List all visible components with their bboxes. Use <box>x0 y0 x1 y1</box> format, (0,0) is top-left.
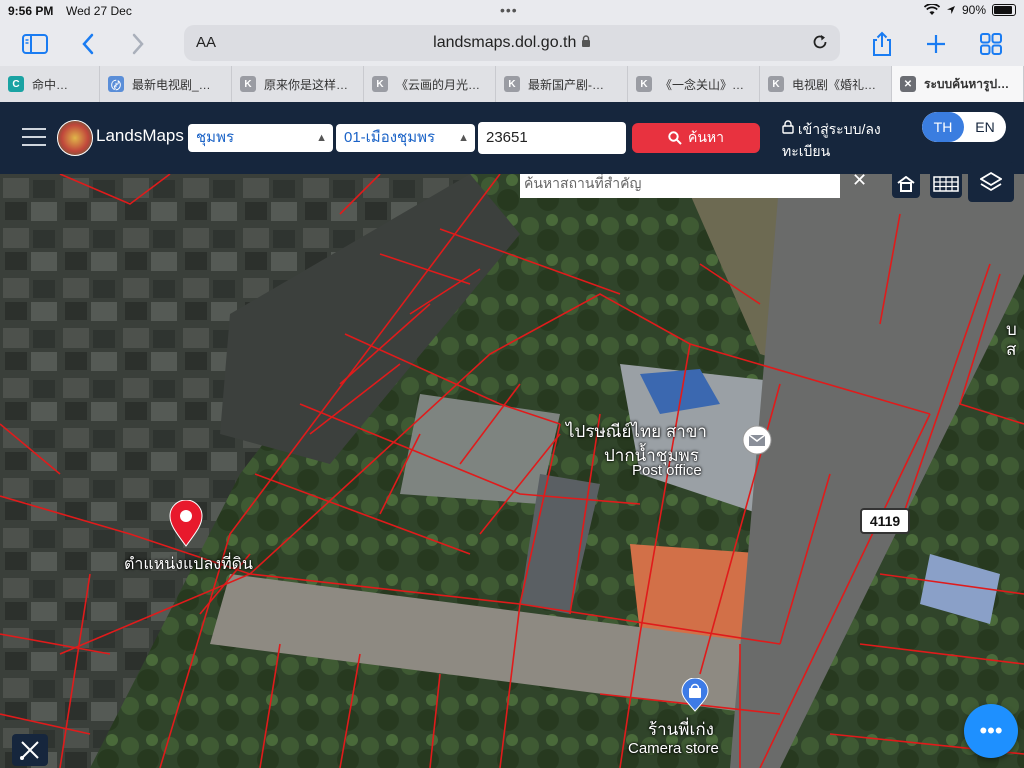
tab-favicon: K <box>504 76 520 92</box>
more-button[interactable]: ••• <box>964 704 1018 758</box>
select-arrows-icon: ▲ <box>458 132 469 144</box>
parcel-number-input[interactable]: 23651 <box>478 122 626 154</box>
back-icon[interactable] <box>74 30 102 58</box>
browser-toolbar: AA landsmaps.dol.go.th <box>0 22 1024 66</box>
tab-title: 最新电视剧_… <box>132 77 211 92</box>
hamburger-icon[interactable] <box>22 128 46 152</box>
shopping-bag-icon[interactable] <box>680 678 710 712</box>
tab-title: ระบบค้นหารูป… <box>924 76 1010 91</box>
lang-en-button[interactable]: EN <box>964 112 1006 142</box>
parcel-marker-label: ตำแหน่งแปลงที่ดิน <box>124 556 253 573</box>
url-domain: landsmaps.dol.go.th <box>433 34 577 51</box>
login-link[interactable]: เข้าสู่ระบบ/ลง ทะเบียน <box>782 118 881 162</box>
wifi-icon <box>923 4 940 15</box>
map-canvas[interactable] <box>0 174 1024 768</box>
tab-title: 电视剧《婚礼… <box>792 77 877 92</box>
tab-favicon: C <box>8 76 24 92</box>
url-text: landsmaps.dol.go.th <box>184 34 840 52</box>
layers-icon <box>980 171 1002 192</box>
layers-button[interactable] <box>968 162 1014 202</box>
post-office-label-en: Post office <box>632 462 702 479</box>
tab-active[interactable]: ✕ ระบบค้นหารูป… <box>892 66 1024 102</box>
multitask-dots-icon[interactable]: ••• <box>500 2 518 18</box>
search-icon <box>668 131 682 145</box>
battery-percent: 90% <box>961 3 986 17</box>
home-icon <box>897 176 915 192</box>
tab-strip: C 命中… 〄最新电视剧_… K 原来你是这样… K 《云画的月光… K 最新国产剧-…… <box>0 66 1024 103</box>
plus-icon[interactable] <box>922 30 950 58</box>
battery-icon <box>992 4 1016 16</box>
tab-title: 原来你是这样… <box>264 77 349 92</box>
post-office-label-th: ไปรษณีย์ไทย สาขา <box>566 422 707 441</box>
language-toggle[interactable]: TH EN <box>922 112 1006 142</box>
user-lock-icon <box>782 120 794 134</box>
tabs-grid-icon[interactable] <box>977 30 1005 58</box>
province-select[interactable]: ชุมพร ▲ <box>188 124 333 152</box>
satellite-map <box>0 174 1024 768</box>
grid-icon <box>933 176 959 192</box>
login-line2: ทะเบียน <box>782 143 831 159</box>
shop-label-en: Camera store <box>628 740 719 757</box>
lang-th-button[interactable]: TH <box>922 112 964 142</box>
ios-status-bar: 9:56 PM Wed 27 Dec ••• 90% <box>0 0 1024 22</box>
app-navbar: LandsMaps ชุมพร ▲ 01-เมืองชุมพร ▲ 23651 ค้… <box>0 102 1024 174</box>
select-arrows-icon: ▲ <box>316 132 327 144</box>
close-tab-icon[interactable]: ✕ <box>900 76 916 92</box>
lock-icon <box>581 35 590 47</box>
tab-2[interactable]: K 原来你是这样… <box>232 66 364 102</box>
grid-button[interactable] <box>930 170 962 198</box>
more-icon: ••• <box>979 718 1003 743</box>
tab-title: 《云画的月光… <box>396 77 481 92</box>
district-value: 01-เมืองชุมพร <box>344 129 436 146</box>
location-arrow-icon <box>946 6 955 14</box>
tab-1[interactable]: 〄最新电视剧_… <box>100 66 232 102</box>
district-select[interactable]: 01-เมืองชุมพร ▲ <box>336 124 475 152</box>
home-button[interactable] <box>892 170 920 198</box>
share-icon[interactable] <box>868 30 896 58</box>
login-line1: เข้าสู่ระบบ/ลง <box>797 121 881 137</box>
status-date: Wed 27 Dec <box>66 4 132 18</box>
tab-title: 命中… <box>32 77 69 92</box>
tab-favicon: K <box>372 76 388 92</box>
brand-name: LandsMaps <box>96 126 184 145</box>
tab-favicon: K <box>240 76 256 92</box>
address-bar[interactable]: AA landsmaps.dol.go.th <box>184 25 840 61</box>
measure-tool-button[interactable] <box>12 734 48 766</box>
location-pin-icon[interactable] <box>168 500 204 548</box>
forward-icon[interactable] <box>124 30 152 58</box>
tab-title: 《一念关山》… <box>660 77 745 92</box>
province-value: ชุมพร <box>196 129 235 146</box>
tab-4[interactable]: K 最新国产剧-… <box>496 66 628 102</box>
status-time: 9:56 PM <box>8 4 54 18</box>
shop-label-th: ร้านพี่เก่ง <box>648 720 714 739</box>
search-button-label: ค้นหา <box>687 129 725 145</box>
tab-favicon: 〄 <box>108 76 124 92</box>
tab-0[interactable]: C 命中… <box>0 66 100 102</box>
status-right: 90% <box>923 3 1016 17</box>
road-shield: 4119 <box>860 508 910 534</box>
map-edge-label-2: ส <box>1006 340 1017 359</box>
tab-5[interactable]: K 《一念关山》… <box>628 66 760 102</box>
close-icon[interactable]: ✕ <box>852 170 867 191</box>
mail-icon[interactable] <box>742 425 772 455</box>
tab-6[interactable]: K 电视剧《婚礼… <box>760 66 892 102</box>
tab-title: 最新国产剧-… <box>528 77 604 92</box>
tab-favicon: K <box>636 76 652 92</box>
ruler-tool-icon <box>20 741 39 760</box>
dol-logo <box>57 120 93 156</box>
search-button[interactable]: ค้นหา <box>632 123 760 153</box>
tab-favicon: K <box>768 76 784 92</box>
reload-icon[interactable] <box>810 32 830 57</box>
place-search-input[interactable]: ค้นหาสถานที่สำคัญ <box>520 174 840 198</box>
tab-3[interactable]: K 《云画的月光… <box>364 66 496 102</box>
sidebar-icon[interactable] <box>21 30 49 58</box>
